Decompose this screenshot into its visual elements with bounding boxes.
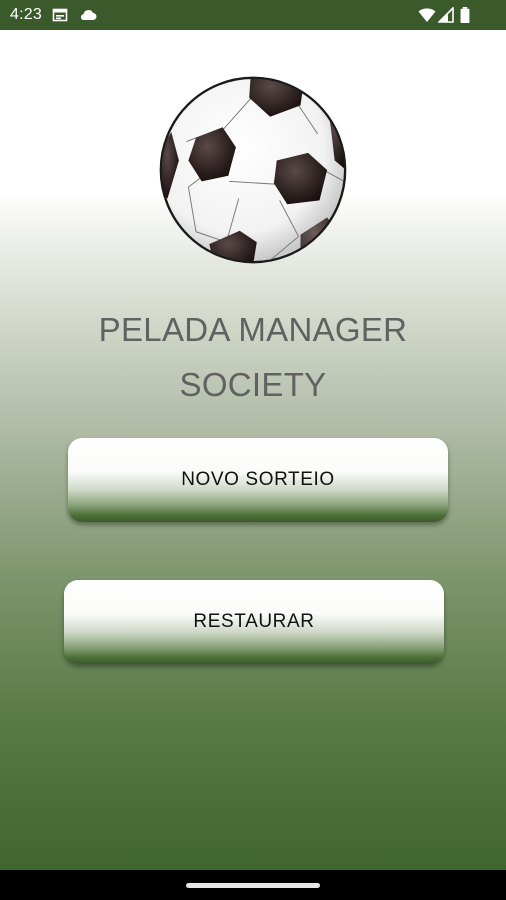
wifi-icon — [418, 8, 436, 22]
calendar-icon — [52, 8, 68, 22]
main-content: PELADA MANAGER SOCIETY NOVO SORTEIO REST… — [0, 30, 506, 870]
soccer-ball-icon — [159, 76, 347, 264]
status-time: 4:23 — [10, 6, 42, 23]
battery-icon — [460, 7, 470, 23]
new-draw-button[interactable]: NOVO SORTEIO — [68, 438, 448, 522]
navigation-bar — [0, 870, 506, 900]
cloud-icon — [80, 10, 97, 20]
home-gesture-handle[interactable] — [186, 883, 320, 888]
new-draw-button-label: NOVO SORTEIO — [181, 469, 335, 490]
app-title-line2: SOCIETY — [179, 366, 327, 403]
restore-button[interactable]: RESTAURAR — [64, 580, 444, 664]
status-bar: 4:23 — [0, 0, 506, 30]
app-title: PELADA MANAGER SOCIETY — [0, 302, 506, 412]
restore-button-label: RESTAURAR — [193, 611, 315, 632]
signal-icon — [438, 7, 454, 23]
app-title-line1: PELADA MANAGER — [98, 311, 408, 348]
app-screen: 4:23 PELADA MANAGER SOCIETY NOVO SORTEIO… — [0, 0, 506, 900]
